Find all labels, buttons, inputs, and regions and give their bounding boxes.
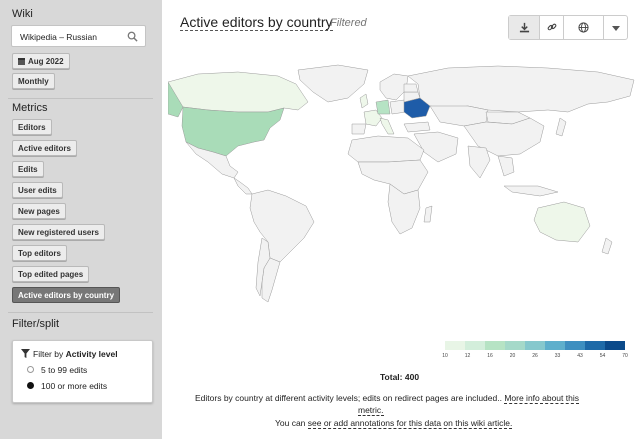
divider — [8, 312, 153, 313]
country-north-africa — [347, 135, 425, 163]
metric-editors[interactable]: Editors — [12, 119, 52, 135]
country-poland — [389, 99, 407, 115]
wiki-search-input[interactable]: Wikipedia – Russian — [11, 25, 146, 47]
legend-tick: 12 — [464, 353, 471, 359]
metric-user-edits[interactable]: User edits — [12, 182, 63, 198]
sidebar: Wiki Wikipedia – Russian Aug 2022 Monthl… — [0, 0, 162, 439]
granularity-label: Monthly — [18, 77, 49, 86]
filter-title[interactable]: Filter by Activity level — [21, 349, 118, 359]
metric-top-edited-pages[interactable]: Top edited pages — [12, 266, 90, 282]
legend-swatch — [505, 341, 525, 350]
legend-tick: 54 — [599, 353, 606, 359]
country-spain — [351, 123, 367, 135]
country-indonesia — [503, 185, 559, 197]
metric-label: User edits — [18, 186, 57, 195]
country-new-zealand — [601, 237, 613, 255]
country-canada — [168, 71, 309, 113]
country-central-america — [233, 177, 253, 195]
country-greenland — [297, 64, 369, 103]
metric-label: Top edited pages — [18, 270, 84, 279]
legend-swatch — [525, 341, 545, 350]
more-info-link-cont[interactable]: metric. — [358, 405, 384, 416]
country-madagascar — [423, 205, 433, 223]
total-label: Total: 400 — [380, 372, 420, 382]
metric-edits[interactable]: Edits — [12, 161, 44, 177]
metric-label: New pages — [18, 207, 60, 216]
country-australia — [533, 201, 591, 243]
legend-tick: 43 — [577, 353, 583, 359]
metric-label: Top editors — [18, 249, 61, 258]
metric-label: Edits — [18, 165, 38, 174]
globe-icon — [578, 22, 589, 33]
country-india — [467, 145, 491, 179]
legend-tick: 33 — [554, 353, 561, 359]
legend-swatch — [485, 341, 505, 350]
metric-active-editors-by-country[interactable]: Active editors by country — [12, 287, 121, 303]
page-title[interactable]: Active editors by country — [180, 15, 333, 31]
legend-tick: 10 — [442, 353, 448, 359]
chevron-down-icon — [612, 26, 620, 31]
description-text: Editors by country at different activity… — [195, 393, 502, 403]
granularity-button[interactable]: Monthly — [12, 73, 55, 89]
country-se-asia — [497, 155, 515, 177]
metric-new-registered-users[interactable]: New registered users — [12, 224, 105, 240]
filter-panel: Filter by Activity level 5 to 99 edits 1… — [12, 340, 153, 403]
metrics-heading: Metrics — [12, 102, 48, 114]
country-turkey — [403, 121, 431, 133]
search-icon — [127, 31, 138, 42]
more-dropdown[interactable] — [604, 16, 628, 39]
metric-top-editors[interactable]: Top editors — [12, 245, 67, 261]
legend-tick: 70 — [622, 353, 628, 359]
radio-100-or-more[interactable] — [27, 382, 34, 389]
language-button[interactable] — [564, 16, 604, 39]
download-icon — [519, 22, 530, 33]
chart-toolbar — [508, 15, 628, 40]
radio-label: 5 to 99 edits — [41, 365, 88, 375]
more-info-link[interactable]: More info about this — [504, 393, 579, 404]
country-germany — [375, 99, 391, 115]
filter-value: Activity level — [65, 349, 118, 359]
legend-swatch — [585, 341, 605, 350]
country-italy — [379, 117, 395, 135]
link-button[interactable] — [540, 16, 564, 39]
legend-swatch — [545, 341, 565, 350]
legend-tick: 26 — [532, 353, 538, 359]
annotations-link[interactable]: see or add annotations for this data on … — [307, 418, 513, 429]
radio-5-to-99[interactable] — [27, 366, 34, 373]
country-uk — [359, 93, 369, 109]
filter-heading: Filter/split — [12, 318, 60, 330]
annotations-prefix: You can — [275, 418, 306, 428]
country-baltics — [403, 83, 419, 93]
country-russia — [407, 65, 635, 113]
metric-new-pages[interactable]: New pages — [12, 203, 66, 219]
legend-swatch — [465, 341, 485, 350]
link-icon — [547, 23, 557, 31]
legend-swatch — [445, 341, 465, 350]
country-japan — [555, 117, 567, 137]
calendar-icon — [18, 58, 25, 65]
wiki-value: Wikipedia – Russian — [20, 32, 98, 42]
metric-label: Active editors — [18, 144, 71, 153]
filtered-label: Filtered — [330, 17, 367, 29]
legend-tick: 20 — [509, 353, 516, 359]
radio-label: 100 or more edits — [41, 381, 108, 391]
divider — [8, 98, 153, 99]
wiki-heading: Wiki — [12, 8, 33, 20]
metric-label: Editors — [18, 123, 46, 132]
metric-active-editors[interactable]: Active editors — [12, 140, 77, 156]
download-button[interactable] — [509, 16, 540, 39]
date-button[interactable]: Aug 2022 — [12, 53, 70, 69]
legend-swatch — [605, 341, 625, 350]
metric-label: Active editors by country — [18, 291, 115, 300]
description-line-2: metric. — [358, 405, 384, 416]
filter-prefix: Filter by — [33, 349, 64, 359]
date-label: Aug 2022 — [28, 57, 64, 66]
legend-swatch — [565, 341, 585, 350]
annotations-line: You can see or add annotations for this … — [275, 418, 513, 429]
world-map — [168, 64, 635, 303]
metric-label: New registered users — [18, 228, 99, 237]
legend-tick: 16 — [487, 353, 493, 359]
funnel-icon — [21, 349, 30, 358]
description-line: Editors by country at different activity… — [195, 393, 579, 404]
